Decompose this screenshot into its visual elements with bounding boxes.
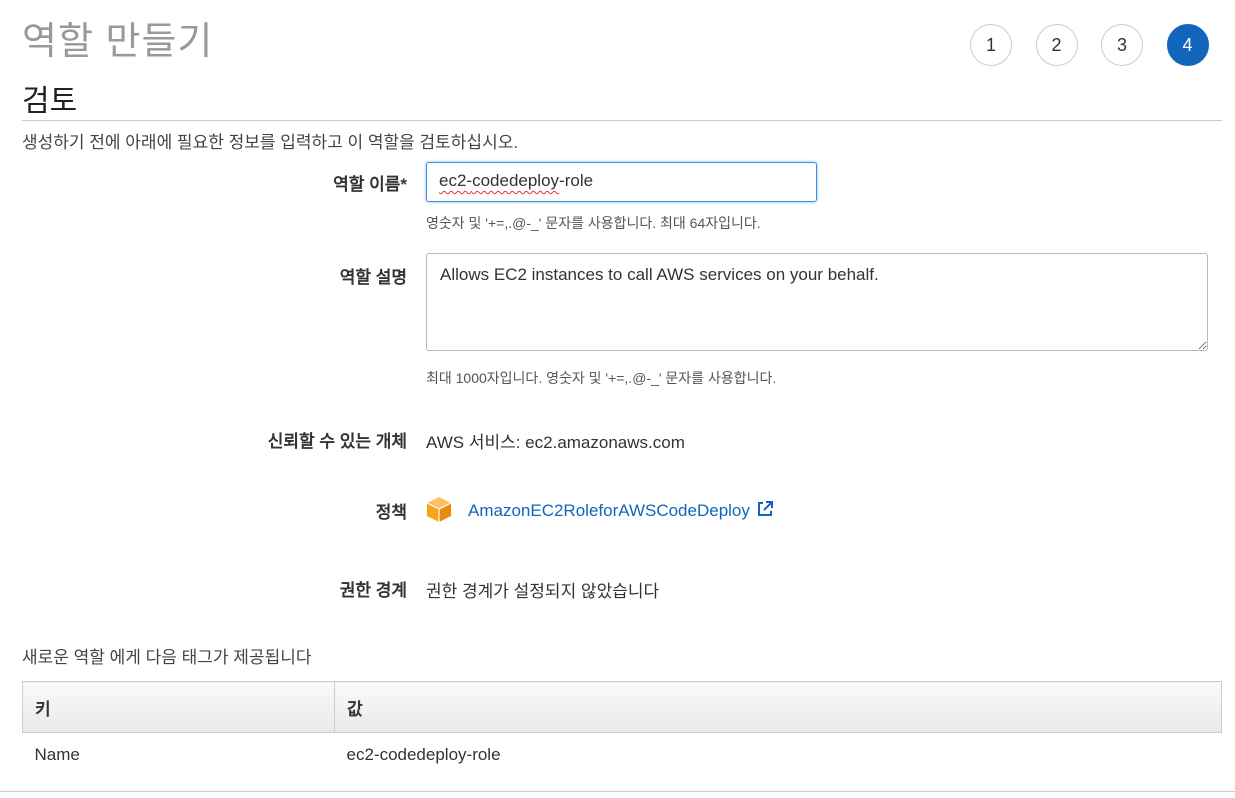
tags-table: 키 값 Name ec2-codedeploy-role [22, 681, 1222, 777]
step-2-button[interactable]: 2 [1035, 24, 1078, 66]
tags-value-header: 값 [334, 681, 1222, 733]
role-description-label: 역할 설명 [339, 268, 407, 287]
role-name-label: 역할 이름* [333, 170, 407, 195]
bottom-divider [0, 791, 1235, 792]
step-1-button[interactable]: 1 [970, 24, 1012, 66]
role-description-hint: 최대 1000자입니다. 영숫자 및 '+=,.@-_' 문자를 사용합니다. [426, 370, 777, 386]
step-4-button[interactable]: 4 [1166, 24, 1209, 66]
role-name-hint: 영숫자 및 '+=,.@-_' 문자를 사용합니다. 최대 64자입니다. [426, 215, 761, 231]
tag-key-cell: Name [34, 745, 80, 764]
required-mark: * [400, 175, 407, 194]
tags-key-header: 키 [22, 681, 335, 733]
tags-header-row: 키 값 [22, 681, 1222, 733]
trusted-entity-label: 신뢰할 수 있는 개체 [267, 432, 407, 451]
permissions-boundary-value: 권한 경계가 설정되지 않았습니다 [426, 582, 660, 601]
policy-cube-icon [426, 497, 452, 522]
policy-link-text: AmazonEC2RoleforAWSCodeDeploy [468, 501, 750, 520]
tag-value-cell: ec2-codedeploy-role [346, 745, 501, 764]
policy-label: 정책 [375, 503, 407, 522]
page-title: 역할 만들기 [22, 21, 214, 63]
wizard-steps: 1 2 3 4 [970, 24, 1232, 66]
section-divider [22, 120, 1222, 121]
step-3-button[interactable]: 3 [1101, 24, 1143, 66]
section-title: 검토 [22, 85, 78, 118]
role-description-textarea[interactable]: Allows EC2 instances to call AWS service… [426, 253, 1208, 351]
role-name-input[interactable] [426, 162, 817, 202]
policy-link[interactable]: AmazonEC2RoleforAWSCodeDeploy [468, 500, 774, 521]
table-row: Name ec2-codedeploy-role [23, 733, 1222, 778]
trusted-entity-value: AWS 서비스: ec2.amazonaws.com [426, 433, 685, 452]
section-intro: 생성하기 전에 아래에 필요한 정보를 입력하고 이 역할을 검토하십시오. [22, 133, 519, 152]
role-name-label-text: 역할 이름 [333, 175, 401, 194]
tags-caption: 새로운 역할 에게 다음 태그가 제공됩니다 [22, 648, 312, 667]
external-link-icon [757, 501, 773, 516]
permissions-boundary-label: 권한 경계 [339, 581, 407, 600]
